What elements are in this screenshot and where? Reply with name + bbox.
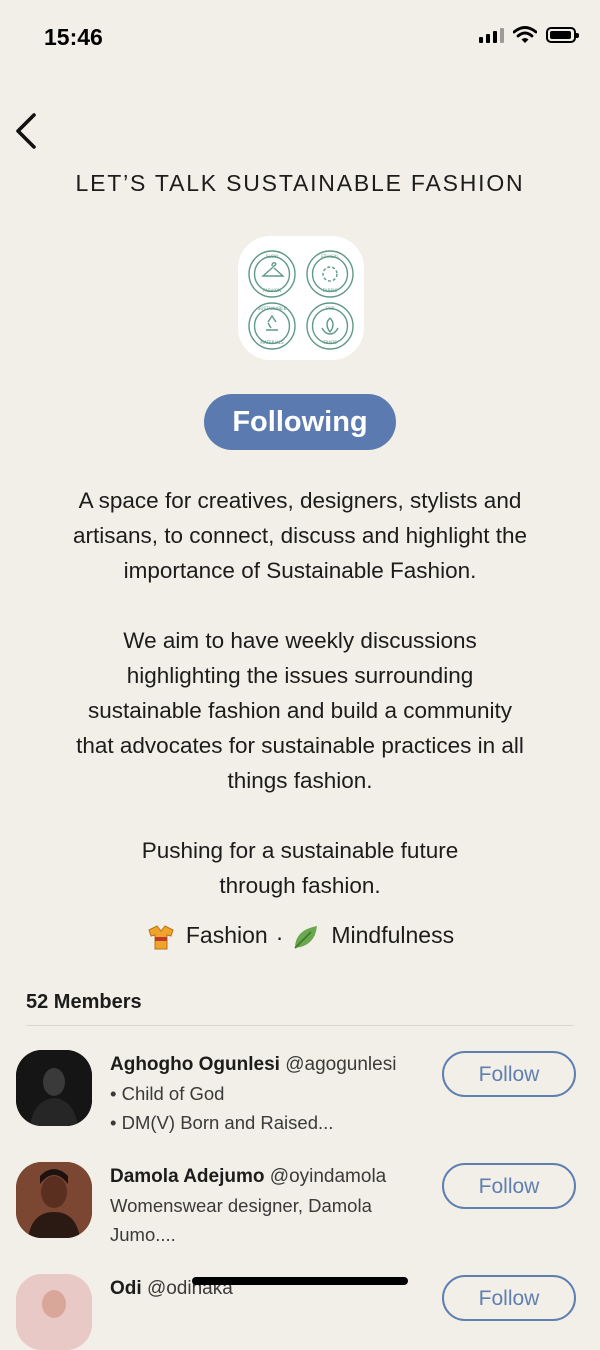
topic-fashion[interactable]: Fashion: [146, 922, 268, 952]
kimono-icon: [148, 925, 174, 950]
member-name: Odi: [110, 1278, 142, 1299]
description-line: Pushing for a sustainable future: [141, 838, 459, 863]
club-title: LET’S TALK SUSTAINABLE FASHION: [75, 170, 525, 196]
member-bio-line: Womenswear designer, Damola: [110, 1195, 372, 1216]
divider: [26, 1025, 574, 1026]
avatar[interactable]: [16, 1050, 92, 1126]
follow-button[interactable]: Follow: [442, 1051, 576, 1097]
description-line: that advocates for sustainable practices…: [76, 733, 524, 758]
badge-slow-fashion-top: SLOW: [266, 254, 278, 259]
badge-fair-trade-bottom: TRADE: [322, 340, 337, 345]
description-paragraph-2: We aim to have weekly discussions highli…: [30, 623, 570, 798]
topic-fashion-label: Fashion: [185, 922, 268, 949]
member-handle: @agogunlesi: [285, 1054, 397, 1075]
description-line: through fashion.: [219, 873, 381, 898]
leaf-icon: [294, 926, 318, 949]
cellular-signal-icon: [479, 27, 504, 43]
status-icons: [479, 26, 579, 44]
club-logo: SLOW FASHION ETHICAL FABRIC SUSTAINABLE …: [238, 236, 364, 360]
badge-ethical-fabric-bottom: FABRIC: [323, 288, 338, 293]
member-bio-line: Jumo....: [110, 1224, 176, 1245]
topic-separator: ·: [275, 923, 284, 950]
description-line: highlighting the issues surrounding: [126, 663, 474, 688]
member-bio-line: • Child of God: [110, 1083, 225, 1104]
status-bar: 15:46: [0, 0, 600, 76]
description-line: importance of Sustainable Fashion.: [123, 558, 477, 583]
avatar[interactable]: [16, 1274, 92, 1350]
badge-fair-trade-top: FAIR: [325, 306, 334, 311]
description-line: artisans, to connect, discuss and highli…: [72, 523, 528, 548]
description-line: We aim to have weekly discussions: [123, 628, 477, 653]
member-handle: @oyindamola: [269, 1166, 387, 1187]
follow-button[interactable]: Follow: [442, 1163, 576, 1209]
badge-slow-fashion-bottom: FASHION: [263, 288, 281, 293]
members-count: 52 Members: [26, 991, 142, 1013]
member-bio: • Child of God • DM(V) Born and Raised..…: [110, 1079, 430, 1137]
following-button[interactable]: Following: [204, 394, 396, 450]
chevron-left-icon: [16, 113, 36, 149]
description-line: sustainable fashion and build a communit…: [87, 698, 512, 723]
member-name: Damola Adejumo: [110, 1166, 265, 1187]
avatar[interactable]: [16, 1162, 92, 1238]
topic-mindfulness[interactable]: Mindfulness: [291, 922, 454, 952]
member-bio: Womenswear designer, Damola Jumo....: [110, 1191, 430, 1249]
battery-icon: [546, 27, 579, 43]
back-button[interactable]: [12, 110, 42, 152]
description-line: A space for creatives, designers, stylis…: [78, 488, 522, 513]
member-name: Aghogho Ogunlesi: [110, 1054, 280, 1075]
home-indicator[interactable]: [192, 1277, 408, 1285]
wifi-icon: [513, 26, 537, 43]
status-time: 15:46: [44, 24, 103, 50]
description-paragraph-3: Pushing for a sustainable future through…: [30, 833, 570, 903]
description-paragraph-1: A space for creatives, designers, stylis…: [30, 483, 570, 588]
badge-materials-bottom: MATERIALS: [260, 340, 284, 345]
badge-ethical-fabric-top: ETHICAL: [321, 254, 339, 259]
description-line: things fashion.: [227, 768, 373, 793]
topics-row: Fashion · Mindfulness: [0, 922, 600, 952]
topic-mindfulness-label: Mindfulness: [331, 922, 455, 949]
member-bio-line: • DM(V) Born and Raised...: [110, 1112, 334, 1133]
badge-materials-top: SUSTAINABLE: [258, 306, 287, 311]
follow-button[interactable]: Follow: [442, 1275, 576, 1321]
